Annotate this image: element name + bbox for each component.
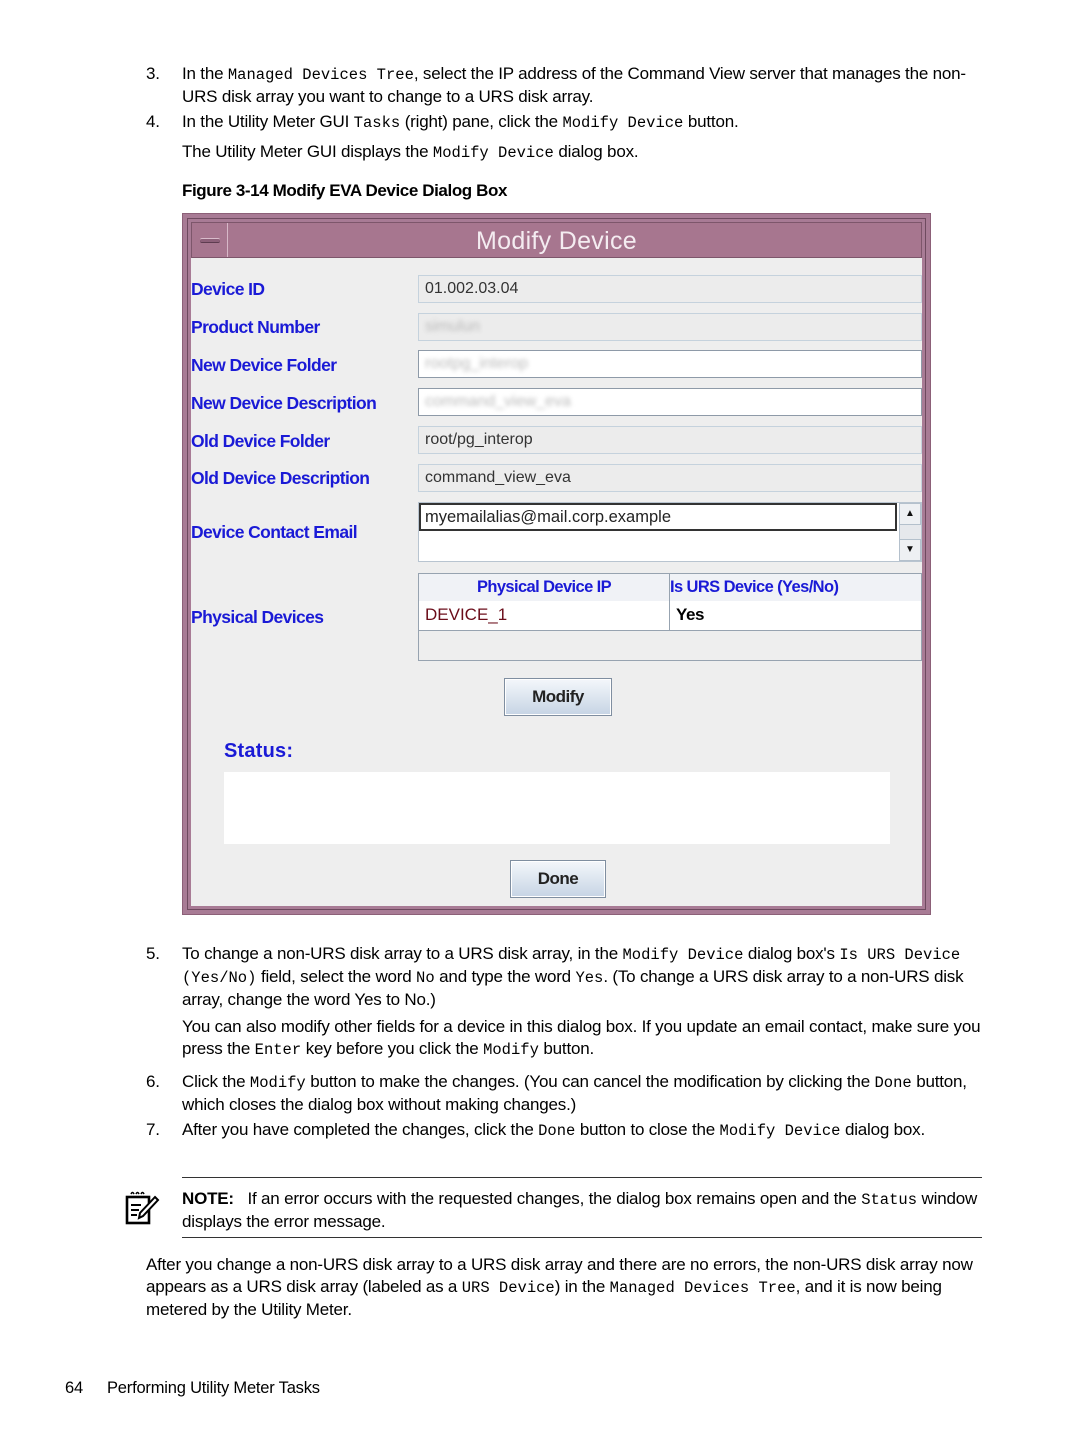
text-run: ) in the: [554, 1277, 610, 1296]
code-text: Done: [538, 1122, 576, 1140]
code-text: Done: [874, 1074, 912, 1092]
step-4-followup: The Utility Meter GUI displays the Modif…: [182, 142, 639, 162]
is-urs-device-cell[interactable]: Yes: [670, 601, 921, 630]
step-number: 6.: [146, 1072, 160, 1091]
device-contact-email-list: myemailalias@mail.corp.example ▲ ▼: [418, 502, 922, 562]
text-run: dialog box's: [743, 944, 840, 963]
text-run: To change a non-URS disk array to a URS …: [182, 944, 623, 963]
step-text: Click the Modify button to make the chan…: [182, 1071, 986, 1116]
text-run: After you have completed the changes, cl…: [182, 1120, 539, 1139]
device-contact-email-label: Device Contact Email: [191, 522, 358, 542]
code-text: Tasks: [353, 114, 401, 132]
closing-paragraph: After you change a non-URS disk array to…: [146, 1254, 986, 1321]
text-run: button.: [683, 112, 739, 131]
step-6: 6. Click the Modify button to make the c…: [146, 1071, 986, 1116]
code-text: Modify Device: [719, 1122, 841, 1140]
section-title: Performing Utility Meter Tasks: [107, 1379, 320, 1397]
scroll-down-button[interactable]: ▼: [899, 539, 921, 561]
old-device-folder-label: Old Device Folder: [191, 431, 330, 451]
physical-devices-table: Physical Device IP Is URS Device (Yes/No…: [418, 573, 922, 661]
new-device-description-label: New Device Description: [191, 393, 377, 413]
text-run: button to close the: [575, 1120, 720, 1139]
dialog-content: Device ID 01.002.03.04 Product Number si…: [191, 258, 922, 906]
code-text: Modify: [483, 1041, 539, 1059]
code-text: Status: [861, 1191, 918, 1209]
figure-caption: Figure 3-14 Modify EVA Device Dialog Box: [182, 181, 508, 200]
code-text: Modify Device: [562, 114, 684, 132]
device-id-label: Device ID: [191, 279, 265, 299]
dialog-title: Modify Device: [476, 227, 637, 255]
scrollbar-track[interactable]: [899, 525, 921, 539]
physical-device-ip-cell[interactable]: DEVICE_1: [419, 601, 670, 630]
scroll-up-button[interactable]: ▲: [899, 503, 921, 525]
step-number: 5.: [146, 944, 160, 963]
table-header: Physical Device IP Is URS Device (Yes/No…: [419, 574, 921, 602]
text-run: key before you click the: [301, 1039, 484, 1058]
step-7: 7. After you have completed the changes,…: [146, 1119, 986, 1142]
code-text: Modify: [249, 1074, 306, 1092]
status-output-area: [224, 772, 890, 844]
old-device-description-label: Old Device Description: [191, 468, 370, 488]
device-id-field: 01.002.03.04: [418, 275, 922, 303]
product-number-label: Product Number: [191, 317, 320, 337]
note-pencil-icon: [125, 1191, 160, 1225]
column-header-physical-device-ip[interactable]: Physical Device IP: [419, 574, 670, 601]
step-text: In the Managed Devices Tree, select the …: [182, 63, 986, 108]
physical-devices-label: Physical Devices: [191, 607, 324, 627]
modify-button[interactable]: Modify: [504, 678, 612, 716]
step-text: To change a non-URS disk array to a URS …: [182, 943, 986, 1011]
old-device-description-field: command_view_eva: [418, 464, 922, 492]
code-text: No: [416, 969, 435, 987]
code-text: Modify Device: [432, 144, 554, 162]
code-text: Modify Device: [622, 946, 744, 964]
text-run: In the Utility Meter GUI: [182, 112, 354, 131]
step-5: 5. To change a non-URS disk array to a U…: [146, 943, 986, 1011]
product-number-field: simulun: [418, 313, 922, 341]
code-text: Yes: [575, 969, 604, 987]
step-3: 3. In the Managed Devices Tree, select t…: [146, 63, 986, 108]
text-run: In the: [182, 64, 228, 83]
text-run: dialog box.: [840, 1120, 925, 1139]
step-number: 4.: [146, 112, 160, 131]
text-run: button to make the changes. (You can can…: [305, 1072, 875, 1091]
text-run: (right) pane, click the: [400, 112, 563, 131]
done-button[interactable]: Done: [510, 860, 606, 898]
table-row[interactable]: DEVICE_1 Yes: [419, 601, 921, 631]
step-5-followup: You can also modify other fields for a d…: [182, 1016, 986, 1061]
code-text: Enter: [254, 1041, 302, 1059]
note-text: NOTE: If an error occurs with the reques…: [182, 1188, 986, 1233]
page-footer: 64 Performing Utility Meter Tasks: [65, 1377, 320, 1399]
text-run: field, select the word: [256, 967, 417, 986]
status-label: Status:: [224, 740, 294, 762]
new-device-folder-input[interactable]: rootpg_interop: [418, 350, 922, 378]
new-device-folder-label: New Device Folder: [191, 355, 337, 375]
dialog-titlebar[interactable]: Modify Device: [191, 222, 922, 258]
step-text: After you have completed the changes, cl…: [182, 1119, 986, 1142]
text-run: If an error occurs with the requested ch…: [247, 1189, 862, 1208]
text-run: and type the word: [434, 967, 576, 986]
code-text: Managed Devices Tree: [609, 1279, 796, 1297]
text-run: Click the: [182, 1072, 250, 1091]
note-bottom-rule: [182, 1237, 982, 1238]
column-header-is-urs-device[interactable]: Is URS Device (Yes/No): [670, 574, 839, 601]
step-text: In the Utility Meter GUI Tasks (right) p…: [182, 111, 986, 134]
text-run: button.: [538, 1039, 595, 1058]
old-device-folder-field: root/pg_interop: [418, 426, 922, 454]
page-number: 64: [65, 1379, 83, 1397]
device-contact-email-input[interactable]: myemailalias@mail.corp.example: [419, 503, 897, 531]
note-top-rule: [182, 1177, 982, 1178]
note-label: NOTE:: [182, 1189, 234, 1208]
step-number: 3.: [146, 64, 160, 83]
code-text: Managed Devices Tree: [227, 66, 414, 84]
modify-device-dialog: Modify Device Device ID 01.002.03.04 Pro…: [182, 213, 931, 915]
code-text: URS Device: [461, 1279, 555, 1297]
step-4: 4. In the Utility Meter GUI Tasks (right…: [146, 111, 986, 134]
step-number: 7.: [146, 1120, 160, 1139]
new-device-description-input[interactable]: command_view_eva: [418, 388, 922, 416]
